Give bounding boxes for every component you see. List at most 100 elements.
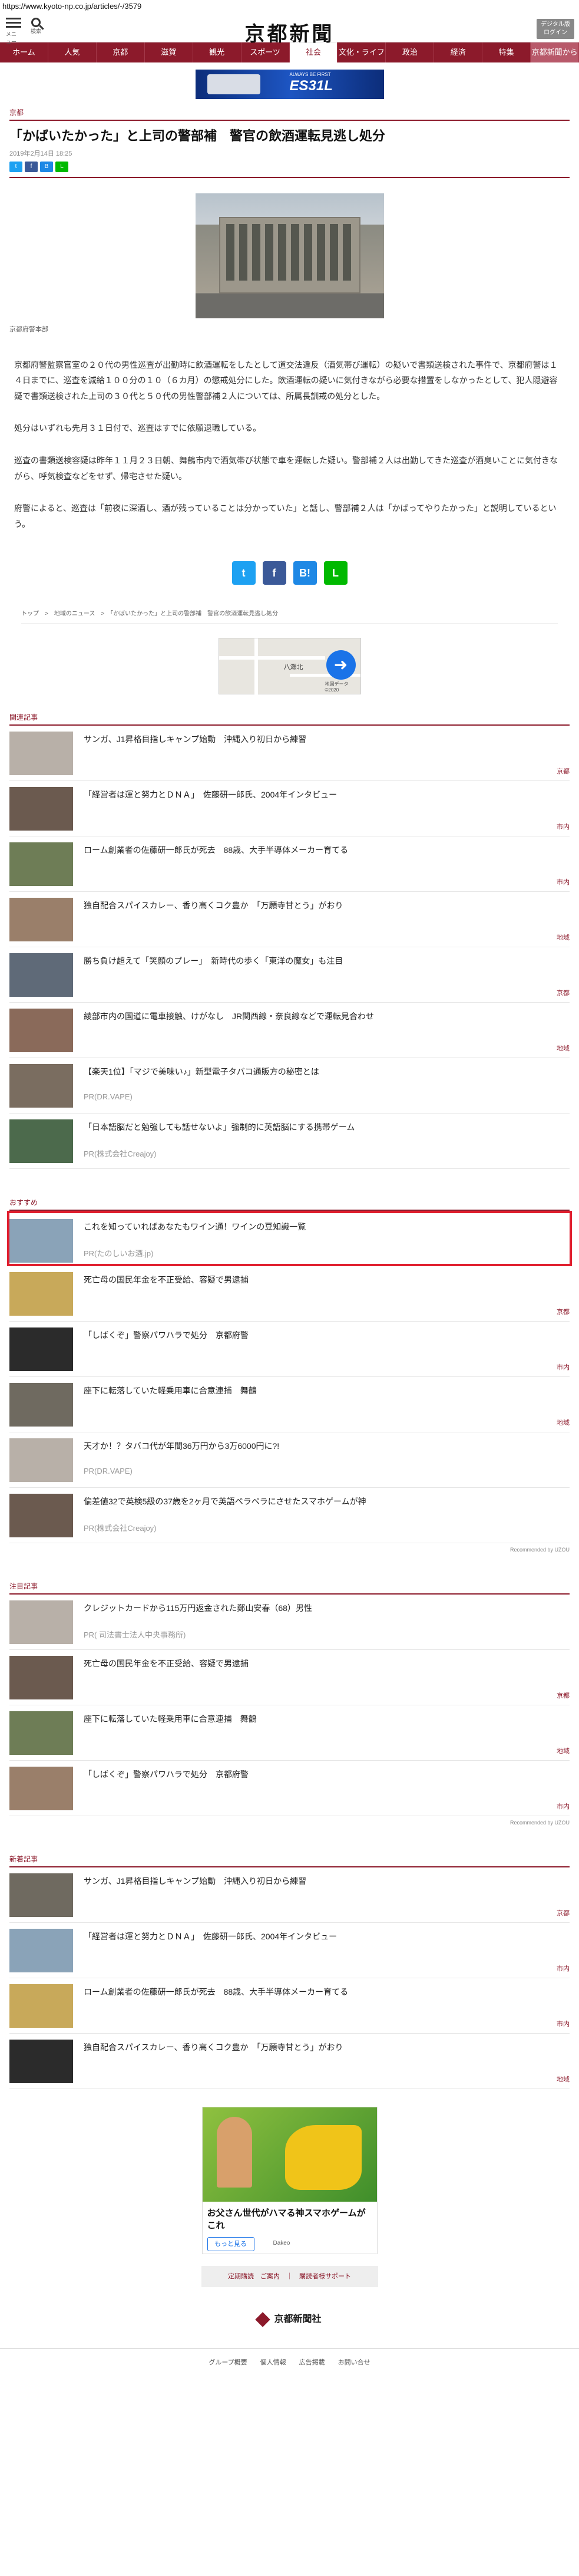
list-item[interactable]: 「経営者は運と努力とＤＮＡ」 佐藤研一郎氏、2004年インタビュー市内: [9, 1923, 570, 1979]
item-title[interactable]: 「日本語脳だと勉強しても話せないよ」強制的に英語脳にする携帯ゲーム: [84, 1122, 564, 1134]
category-label[interactable]: 地域: [557, 933, 570, 942]
hatena-share-icon[interactable]: B: [40, 161, 53, 172]
list-item[interactable]: ローム創業者の佐藤研一郎氏が死去 88歳、大手半導体メーカー育てる市内: [9, 1978, 570, 2034]
category-label[interactable]: 京都: [557, 766, 570, 776]
list-item[interactable]: 死亡母の国民年金を不正受給、容疑で男逮捕京都: [9, 1650, 570, 1706]
category-label[interactable]: 地域: [557, 2074, 570, 2084]
list-item[interactable]: 偏差値32で英検5級の37歳を2ヶ月で英語ペラペラにさせたスマホゲームが神 PR(…: [9, 1488, 570, 1544]
item-title[interactable]: 死亡母の国民年金を不正受給、容疑で男逮捕: [84, 1274, 564, 1286]
list-item[interactable]: 綾部市内の国道に電車接触、けがなし JR関西線・奈良線などで運転見合わせ地域: [9, 1003, 570, 1059]
line-share-icon[interactable]: L: [55, 161, 68, 172]
thumbnail-image[interactable]: [9, 1219, 73, 1263]
item-title[interactable]: 「経営者は運と努力とＤＮＡ」 佐藤研一郎氏、2004年インタビュー: [84, 789, 564, 801]
category-label[interactable]: 京都: [557, 1908, 570, 1918]
item-title[interactable]: 座下に転落していた軽乗用車に合意連捕 舞鶴: [84, 1385, 564, 1397]
top-banner-ad[interactable]: ALWAYS BE FIRST ES31L: [195, 70, 384, 99]
list-item[interactable]: 「経営者は運と努力とＤＮＡ」 佐藤研一郎氏、2004年インタビュー市内: [9, 781, 570, 837]
list-item[interactable]: 座下に転落していた軽乗用車に合意連捕 舞鶴地域: [9, 1705, 570, 1761]
thumbnail-image[interactable]: [9, 842, 73, 887]
list-item[interactable]: ローム創業者の佐藤研一郎氏が死去 88歳、大手半導体メーカー育てる市内: [9, 836, 570, 892]
facebook-share-icon[interactable]: f: [262, 561, 286, 585]
item-title[interactable]: 「しばくぞ」警察パワハラで処分 京都府警: [84, 1330, 564, 1342]
list-item[interactable]: 【楽天1位】「マジで美味い♪」新型電子タバコ通販方の秘密とは PR(DR.VAPE…: [9, 1058, 570, 1114]
thumbnail-image[interactable]: [9, 1494, 73, 1538]
article-section-label[interactable]: 京都: [9, 107, 570, 120]
item-title[interactable]: 独自配合スパイスカレー、香り高くコク豊か 「万願寺甘とう」がおり: [84, 900, 564, 912]
item-title[interactable]: クレジットカードから115万円返金された鄭山安春（68）男性: [84, 1603, 564, 1615]
list-item[interactable]: 独自配合スパイスカレー、香り高くコク豊か 「万願寺甘とう」がおり地域: [9, 2034, 570, 2090]
thumbnail-image[interactable]: [9, 898, 73, 942]
thumbnail-image[interactable]: [9, 1767, 73, 1811]
breadcrumb[interactable]: トップ > 地域のニュース > 「かばいたかった」と上司の警部補 警官の飲酒運転…: [21, 608, 558, 624]
bottom-ad[interactable]: お父さん世代がハマる神スマホゲームがこれ もっと見る Dakeo: [201, 2107, 378, 2255]
thumbnail-image[interactable]: [9, 1984, 73, 2028]
thumbnail-image[interactable]: [9, 1327, 73, 1372]
footer-logo[interactable]: 京都新聞社: [0, 2311, 579, 2327]
category-label[interactable]: 市内: [557, 1964, 570, 1973]
location-map[interactable]: 八瀬北 ➜ 地図データ ©2020: [218, 638, 361, 696]
thumbnail-image[interactable]: [9, 1272, 73, 1316]
thumbnail-image[interactable]: [9, 2040, 73, 2084]
item-title[interactable]: 死亡母の国民年金を不正受給、容疑で男逮捕: [84, 1658, 564, 1670]
item-title[interactable]: サンガ、J1昇格目指しキャンプ始動 沖縄入り初日から練習: [84, 734, 564, 746]
thumbnail-image[interactable]: [9, 1064, 73, 1108]
category-label[interactable]: 市内: [557, 1801, 570, 1811]
ad-cta-button[interactable]: もっと見る: [207, 2237, 254, 2252]
list-item[interactable]: これを知っていればあなたもワイン通！ワインの豆知識一覧 PR(たのしいお酒.jp): [7, 1211, 572, 1267]
thumbnail-image[interactable]: [9, 1929, 73, 1973]
item-title[interactable]: ローム創業者の佐藤研一郎氏が死去 88歳、大手半導体メーカー育てる: [84, 1987, 564, 1998]
list-item[interactable]: サンガ、J1昇格目指しキャンプ始動 沖縄入り初日から練習京都: [9, 1867, 570, 1923]
list-item[interactable]: 座下に転落していた軽乗用車に合意連捕 舞鶴地域: [9, 1377, 570, 1433]
item-title[interactable]: 座下に転落していた軽乗用車に合意連捕 舞鶴: [84, 1714, 564, 1725]
item-title[interactable]: 勝ち負け超えて「笑顔のプレー」 新時代の歩く「東洋の魔女」も注目: [84, 956, 564, 967]
category-label[interactable]: 市内: [557, 2019, 570, 2028]
category-label[interactable]: 地域: [557, 1746, 570, 1755]
category-label[interactable]: 京都: [557, 988, 570, 997]
footer-link[interactable]: 広告掲載: [299, 2357, 325, 2367]
thumbnail-image[interactable]: [9, 1438, 73, 1483]
category-label[interactable]: 京都: [557, 1307, 570, 1316]
thumbnail-image[interactable]: [9, 1600, 73, 1645]
footer-link[interactable]: 個人情報: [260, 2357, 286, 2367]
item-title[interactable]: 独自配合スパイスカレー、香り高くコク豊か 「万願寺甘とう」がおり: [84, 2042, 564, 2054]
list-item[interactable]: 勝ち負け超えて「笑顔のプレー」 新時代の歩く「東洋の魔女」も注目京都: [9, 947, 570, 1003]
login-button[interactable]: デジタル版 ログイン: [537, 19, 574, 39]
category-label[interactable]: 市内: [557, 822, 570, 831]
hatena-share-icon[interactable]: B!: [293, 561, 317, 585]
item-title[interactable]: 綾部市内の国道に電車接触、けがなし JR関西線・奈良線などで運転見合わせ: [84, 1011, 564, 1023]
list-item[interactable]: 独自配合スパイスカレー、香り高くコク豊か 「万願寺甘とう」がおり地域: [9, 892, 570, 948]
item-title[interactable]: 【楽天1位】「マジで美味い♪」新型電子タバコ通販方の秘密とは: [84, 1066, 564, 1078]
thumbnail-image[interactable]: [9, 1873, 73, 1918]
footer-link[interactable]: お問い合せ: [338, 2357, 370, 2367]
thumbnail-image[interactable]: [9, 1656, 73, 1700]
item-title[interactable]: 天才か！？タバコ代が年間36万円から3万6000円に?!: [84, 1441, 564, 1452]
category-label[interactable]: 地域: [557, 1043, 570, 1053]
directions-icon[interactable]: ➜: [326, 650, 356, 680]
item-title[interactable]: 「しばくぞ」警察パワハラで処分 京都府警: [84, 1769, 564, 1781]
category-label[interactable]: 市内: [557, 1362, 570, 1372]
category-label[interactable]: 市内: [557, 877, 570, 887]
recommended-by[interactable]: Recommended by UZOU: [9, 1820, 570, 1826]
site-logo[interactable]: 京都新聞: [0, 18, 579, 47]
item-title[interactable]: 偏差値32で英検5級の37歳を2ヶ月で英語ペラペラにさせたスマホゲームが神: [84, 1496, 564, 1508]
category-label[interactable]: 地域: [557, 1418, 570, 1427]
item-title[interactable]: 「経営者は運と努力とＤＮＡ」 佐藤研一郎氏、2004年インタビュー: [84, 1931, 564, 1943]
subscription-links[interactable]: 定期購読 ご案内 ｜ 購読者様サポート: [201, 2266, 378, 2288]
item-title[interactable]: サンガ、J1昇格目指しキャンプ始動 沖縄入り初日から練習: [84, 1876, 564, 1887]
twitter-share-icon[interactable]: t: [9, 161, 22, 172]
list-item[interactable]: 天才か！？タバコ代が年間36万円から3万6000円に?! PR(DR.VAPE): [9, 1432, 570, 1488]
footer-link[interactable]: グループ概要: [209, 2357, 247, 2367]
thumbnail-image[interactable]: [9, 1383, 73, 1427]
facebook-share-icon[interactable]: f: [25, 161, 38, 172]
list-item[interactable]: 「日本語脳だと勉強しても話せないよ」強制的に英語脳にする携帯ゲーム PR(株式会社…: [9, 1114, 570, 1170]
list-item[interactable]: クレジットカードから115万円返金された鄭山安春（68）男性 PR( 司法書士法人…: [9, 1595, 570, 1651]
thumbnail-image[interactable]: [9, 953, 73, 997]
line-share-icon[interactable]: L: [323, 561, 348, 585]
thumbnail-image[interactable]: [9, 1711, 73, 1755]
article-photo[interactable]: [195, 193, 384, 318]
item-title[interactable]: ローム創業者の佐藤研一郎氏が死去 88歳、大手半導体メーカー育てる: [84, 845, 564, 857]
url-bar[interactable]: https://www.kyoto-np.co.jp/articles/-/35…: [0, 0, 579, 13]
category-label[interactable]: 京都: [557, 1691, 570, 1700]
twitter-share-icon[interactable]: t: [231, 561, 256, 585]
thumbnail-image[interactable]: [9, 787, 73, 831]
